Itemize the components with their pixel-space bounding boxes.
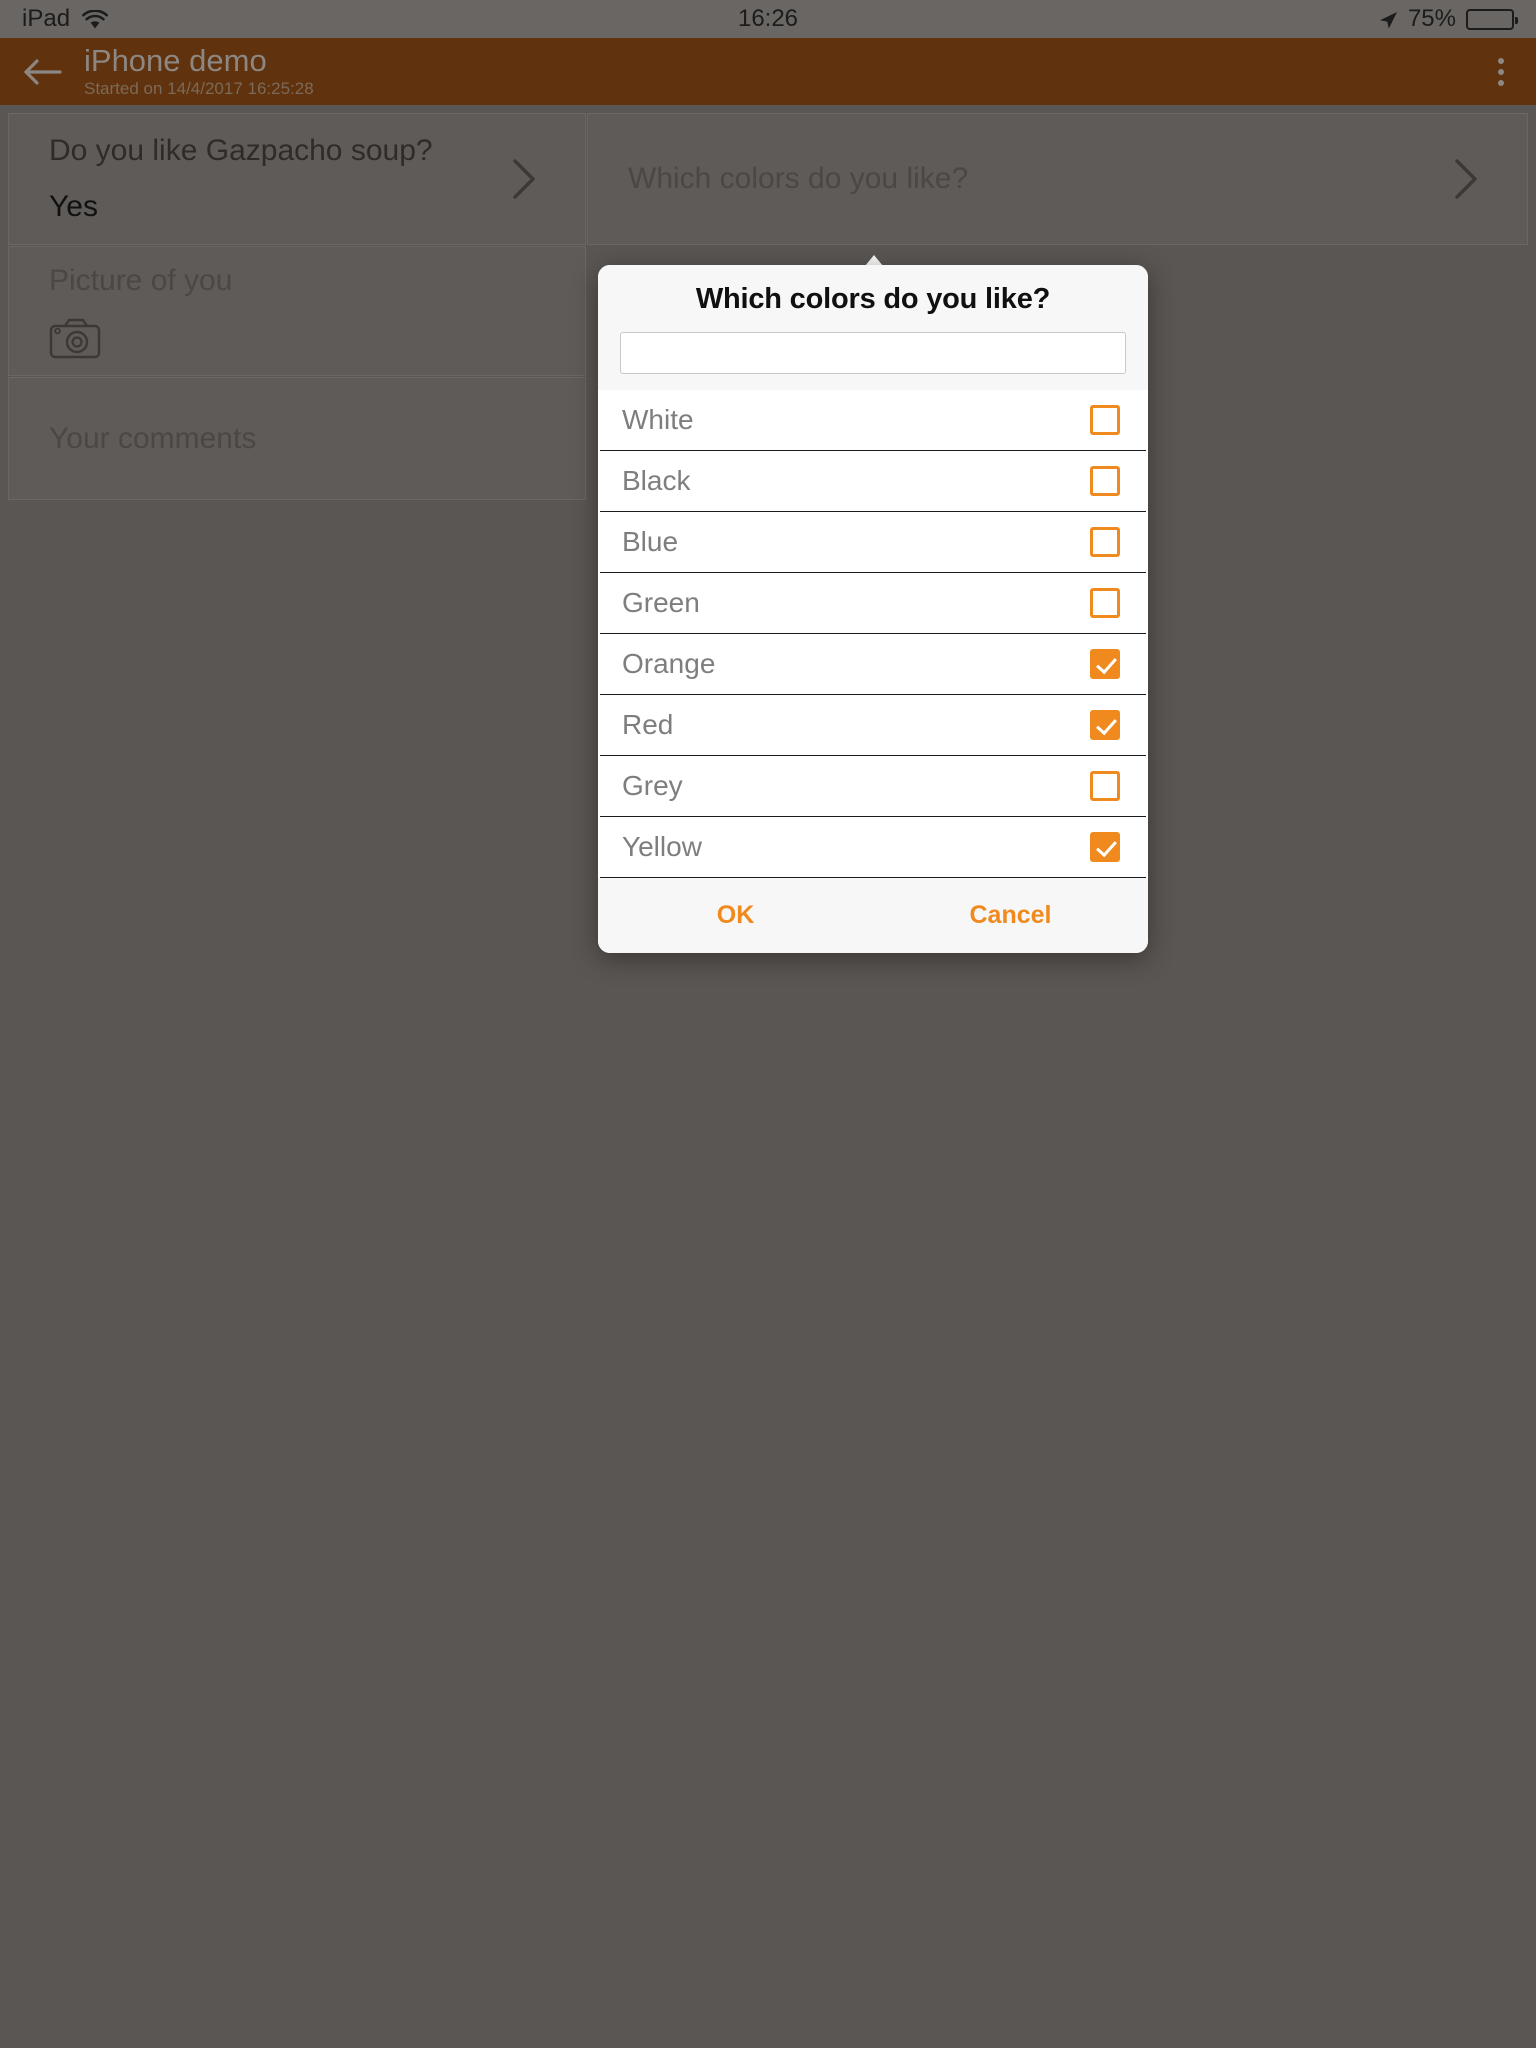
color-option-label: White: [622, 404, 694, 435]
color-option-label: Red: [622, 709, 674, 740]
form-card-soup[interactable]: Do you like Gazpacho soup? Yes: [8, 113, 586, 245]
battery-icon: [1466, 8, 1518, 30]
color-option-row[interactable]: White: [600, 390, 1146, 451]
checkbox-checked-icon[interactable]: [1090, 832, 1120, 862]
form-card-picture[interactable]: Picture of you: [8, 246, 586, 376]
checkbox-unchecked-icon[interactable]: [1090, 466, 1120, 496]
app-bar: iPhone demo Started on 14/4/2017 16:25:2…: [0, 38, 1536, 105]
form-card-soup-content: Do you like Gazpacho soup? Yes: [49, 133, 485, 225]
color-option-list: White Black Blue Green Orange Red Grey Yellow: [598, 390, 1148, 878]
screen-root: iPad 16:26 75% iPhone demo Started on 14…: [0, 0, 1536, 2048]
color-option-row[interactable]: Blue: [600, 512, 1146, 573]
dialog-title: Which colors do you like?: [695, 283, 1051, 315]
checkbox-unchecked-icon[interactable]: [1090, 405, 1120, 435]
dialog-footer: OK Cancel: [598, 878, 1148, 953]
ok-button[interactable]: OK: [598, 901, 873, 930]
checkbox-checked-icon[interactable]: [1090, 710, 1120, 740]
checkbox-unchecked-icon[interactable]: [1090, 771, 1120, 801]
color-option-row[interactable]: Green: [600, 573, 1146, 634]
form-card-picture-content: Picture of you: [49, 263, 545, 359]
status-bar: iPad 16:26 75%: [0, 0, 1536, 38]
chevron-right-icon[interactable]: [501, 151, 545, 207]
battery-percent-label: 75%: [1407, 5, 1456, 32]
color-option-label: Yellow: [622, 831, 702, 862]
color-option-label: Blue: [622, 526, 679, 557]
status-bar-clock: 16:26: [737, 5, 799, 32]
color-dialog: Which colors do you like? White Black Blue…: [598, 265, 1148, 953]
form-card-comments[interactable]: Your comments: [8, 377, 586, 500]
dialog-search-zone: [598, 332, 1148, 390]
form-card-comments-content: Your comments: [49, 421, 545, 457]
form-card-colors-content: Which colors do you like?: [628, 161, 1427, 197]
color-option-row[interactable]: Orange: [600, 634, 1146, 695]
form-card-comments-question: Your comments: [49, 421, 257, 455]
color-option-label: Black: [622, 465, 691, 496]
form-card-colors[interactable]: Which colors do you like?: [587, 113, 1528, 245]
checkbox-checked-icon[interactable]: [1090, 649, 1120, 679]
page-title: iPhone demo: [84, 43, 267, 79]
color-option-label: Orange: [622, 648, 716, 679]
color-option-label: Green: [622, 587, 700, 618]
search-input[interactable]: [620, 332, 1126, 374]
color-option-row[interactable]: Yellow: [600, 817, 1146, 878]
form-card-soup-answer: Yes: [49, 190, 98, 223]
color-option-row[interactable]: Black: [600, 451, 1146, 512]
chevron-right-icon[interactable]: [1443, 151, 1487, 207]
app-bar-titles: iPhone demo Started on 14/4/2017 16:25:2…: [84, 45, 314, 97]
dialog-header: Which colors do you like?: [598, 265, 1148, 332]
form-card-picture-question: Picture of you: [49, 264, 233, 297]
overflow-menu-icon[interactable]: [1488, 52, 1514, 92]
form-card-colors-question: Which colors do you like?: [628, 162, 969, 195]
cancel-button[interactable]: Cancel: [873, 901, 1148, 930]
back-arrow-icon[interactable]: [22, 56, 62, 88]
checkbox-unchecked-icon[interactable]: [1090, 588, 1120, 618]
form-card-soup-question: Do you like Gazpacho soup?: [49, 134, 433, 167]
color-option-label: Grey: [622, 770, 683, 801]
status-bar-right: 75%: [1378, 5, 1518, 33]
checkbox-unchecked-icon[interactable]: [1090, 527, 1120, 557]
camera-icon[interactable]: [49, 317, 101, 359]
location-arrow-icon: [1378, 9, 1398, 29]
page-subtitle: Started on 14/4/2017 16:25:28: [84, 78, 314, 98]
color-option-row[interactable]: Red: [600, 695, 1146, 756]
color-option-row[interactable]: Grey: [600, 756, 1146, 817]
